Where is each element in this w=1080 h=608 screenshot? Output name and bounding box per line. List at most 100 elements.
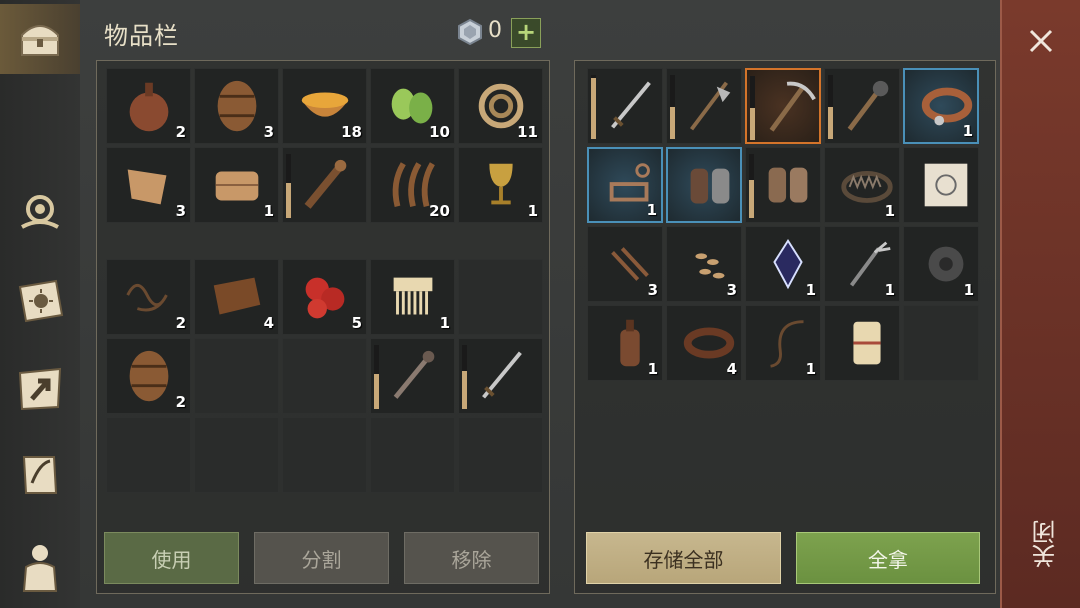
item-slot[interactable] [903,147,979,223]
item-quantity: 2 [175,123,186,141]
storage-grid: 1 1 1 3 3 1 1 1 1 4 1 [587,68,979,381]
sword-icon [482,351,522,399]
item-quantity: 3 [726,281,737,299]
item-quantity: 20 [429,202,450,220]
store-all-button[interactable]: 存储全部 [586,532,781,584]
close-icon[interactable] [1026,26,1056,56]
item-slot[interactable] [745,147,821,223]
item-slot[interactable]: 1 [194,147,279,223]
sidebar-item-inventory[interactable] [0,4,80,74]
inventory-grid-bottom: 2 4 5 1 2 [106,259,543,493]
empty-slot[interactable] [194,338,279,414]
item-slot[interactable]: 1 [745,226,821,302]
barrel-icon [129,350,169,402]
durability-bar [374,345,379,409]
item-quantity: 1 [263,202,274,220]
item-slot[interactable]: 1 [903,226,979,302]
item-slot[interactable]: 3 [666,226,742,302]
leather-roll-icon [213,277,261,315]
sidebar-item-character[interactable] [0,530,80,600]
spiked-club-icon [304,159,347,209]
item-slot[interactable]: 20 [370,147,455,223]
item-slot[interactable]: 5 [282,259,367,335]
close-strip[interactable] [1000,0,1080,608]
item-quantity: 4 [726,360,737,378]
empty-slot[interactable] [370,417,455,493]
empty-slot[interactable] [194,417,279,493]
item-slot[interactable] [824,68,900,144]
add-currency-button[interactable]: + [511,18,541,48]
pickaxe-icon [769,81,816,132]
item-slot[interactable] [666,68,742,144]
inventory-grid-top: 2 3 18 10 11 3 1 20 1 [106,68,543,223]
item-slot[interactable]: 4 [194,259,279,335]
item-slot[interactable] [666,147,742,223]
item-slot[interactable] [282,147,367,223]
remove-button[interactable]: 移除 [404,532,539,584]
character-icon [22,545,58,592]
item-quantity: 1 [439,314,450,332]
empty-slot[interactable] [903,305,979,381]
close-label[interactable]: 关闭 [1028,520,1063,568]
item-slot[interactable]: 3 [587,226,663,302]
item-slot[interactable]: 1 [824,147,900,223]
item-quantity: 1 [962,122,973,140]
mace-icon [393,350,435,399]
empty-slot[interactable] [106,417,191,493]
item-slot[interactable]: 11 [458,68,543,144]
item-slot[interactable]: 1 [370,259,455,335]
sidebar-item-crafting[interactable] [0,176,80,246]
sidebar-item-map[interactable] [0,354,80,424]
map-scroll-icon [924,163,968,207]
item-slot[interactable] [370,338,455,414]
item-slot[interactable]: 3 [194,68,279,144]
quest-scroll-icon [22,456,58,494]
item-slot[interactable]: 1 [458,147,543,223]
currency-count: 0 [488,18,502,43]
goblet-icon [489,163,513,205]
sidebar-item-skills[interactable] [0,266,80,336]
item-quantity: 1 [647,360,658,378]
item-slot[interactable]: 2 [106,68,191,144]
item-quantity: 1 [884,281,895,299]
use-button[interactable]: 使用 [104,532,239,584]
empty-slot[interactable] [282,338,367,414]
item-quantity: 4 [263,314,274,332]
item-quantity: 3 [175,202,186,220]
item-slot[interactable]: 10 [370,68,455,144]
item-slot[interactable]: 18 [282,68,367,144]
inventory-screen: 物品栏 0 + 2 3 18 10 11 3 1 20 1 24512 使用 分割 移除 111… [0,0,1080,608]
empty-slot[interactable] [458,417,543,493]
durability-bar [591,75,596,139]
item-slot[interactable] [824,305,900,381]
empty-slot[interactable] [282,417,367,493]
item-quantity: 3 [647,281,658,299]
item-slot[interactable] [587,68,663,144]
item-slot[interactable]: 1 [587,147,663,223]
durability-bar [749,154,754,218]
durability-bar [462,345,467,409]
empty-slot[interactable] [458,259,543,335]
item-slot[interactable]: 1 [903,68,979,144]
sidebar [0,0,80,608]
item-slot[interactable] [458,338,543,414]
item-quantity: 3 [263,123,274,141]
item-slot[interactable] [745,68,821,144]
item-slot[interactable]: 1 [824,226,900,302]
sidebar-item-quests[interactable] [0,440,80,510]
durability-bar [750,76,755,140]
item-quantity: 5 [351,314,362,332]
item-slot[interactable]: 4 [666,305,742,381]
barrel-icon [217,80,257,132]
item-slot[interactable]: 2 [106,338,191,414]
string-icon [126,283,168,312]
item-slot[interactable]: 2 [106,259,191,335]
item-quantity: 18 [341,123,362,141]
take-all-button[interactable]: 全拿 [796,532,980,584]
item-quantity: 1 [963,281,974,299]
split-button[interactable]: 分割 [254,532,389,584]
item-slot[interactable]: 3 [106,147,191,223]
item-slot[interactable]: 1 [745,305,821,381]
item-slot[interactable]: 1 [587,305,663,381]
page-title: 物品栏 [104,22,179,50]
